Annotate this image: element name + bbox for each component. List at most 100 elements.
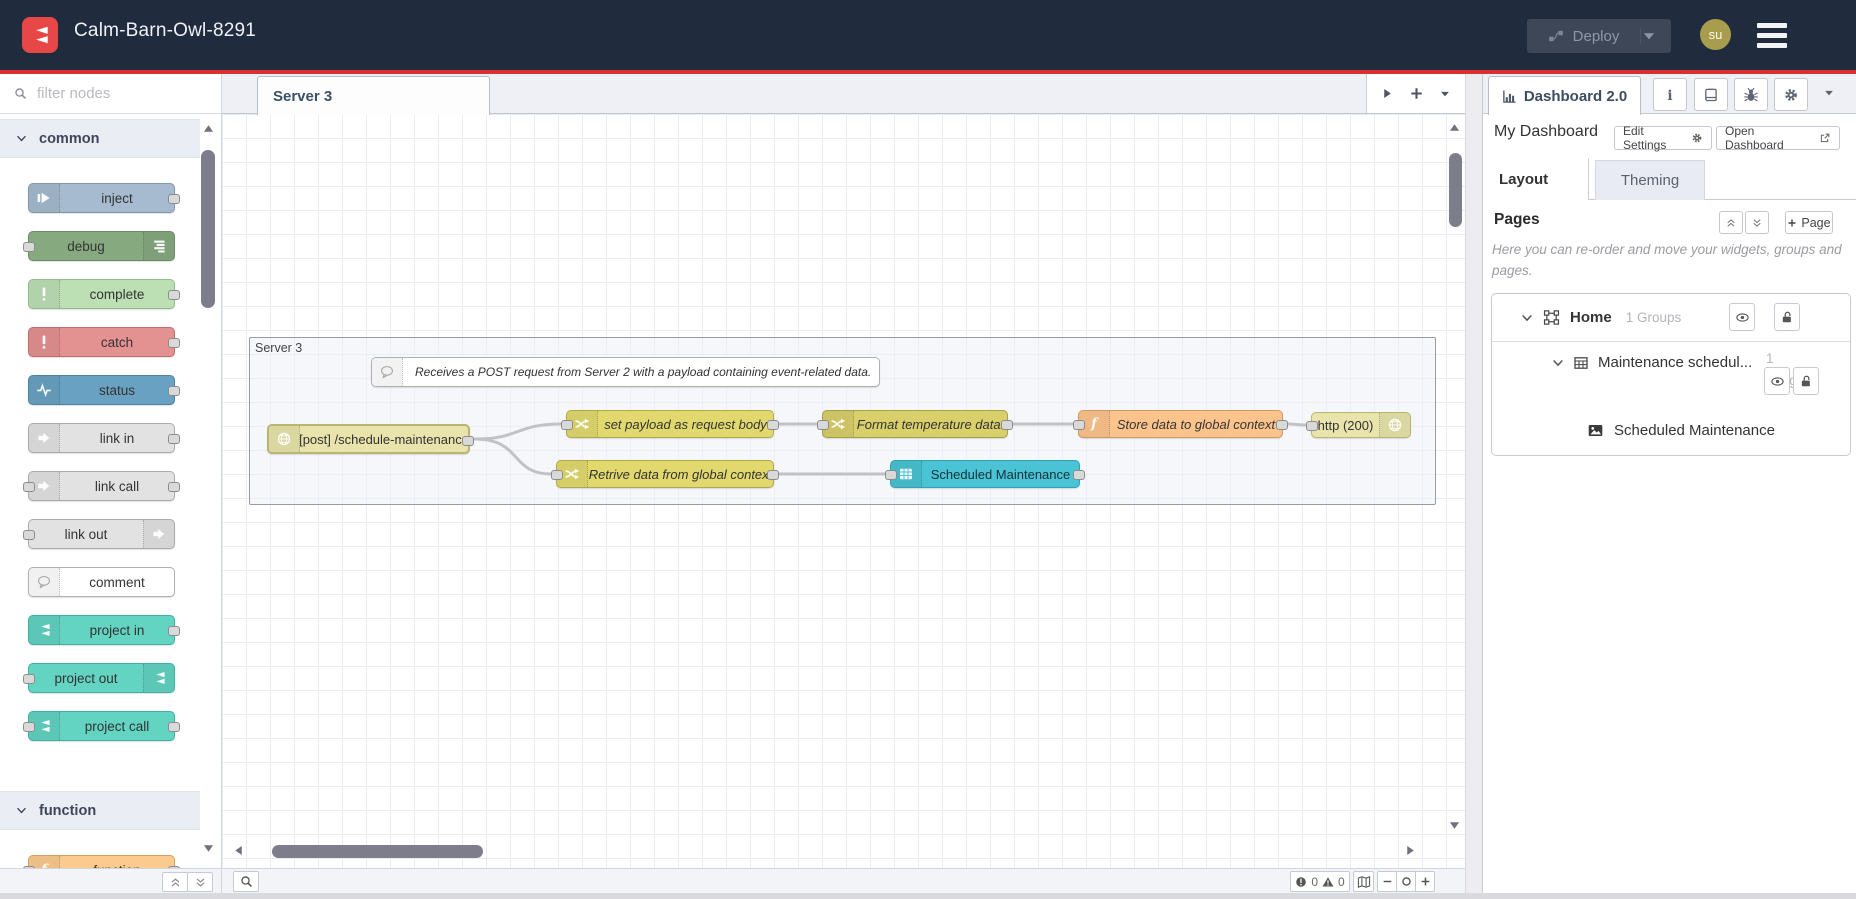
palette-node-link-out[interactable]: link out: [23, 519, 175, 549]
page-visibility-button[interactable]: [1729, 303, 1755, 331]
palette-node-debug[interactable]: debug: [23, 231, 175, 261]
output-port[interactable]: [1001, 420, 1013, 430]
flow-tab-server3[interactable]: Server 3: [257, 76, 490, 115]
deploy-button[interactable]: Deploy: [1527, 19, 1671, 53]
canvas-scroll-down[interactable]: [1446, 818, 1462, 832]
sidebar-help-button[interactable]: [1694, 78, 1728, 111]
input-port[interactable]: [561, 420, 573, 430]
zoom-out-button[interactable]: [1378, 872, 1396, 891]
canvas-scroll-left[interactable]: [230, 843, 246, 857]
palette-filter-input[interactable]: [35, 84, 199, 103]
edit-settings-button[interactable]: Edit Settings: [1614, 124, 1712, 152]
input-port[interactable]: [23, 242, 35, 252]
add-flow-button[interactable]: [1409, 86, 1424, 101]
output-port[interactable]: [168, 626, 180, 636]
sidebar-options-caret[interactable]: [1823, 87, 1835, 99]
output-port[interactable]: [168, 722, 180, 732]
group-visibility-button[interactable]: [1764, 367, 1790, 395]
output-port[interactable]: [767, 420, 779, 430]
flow-node-retrive-data-from-global-context[interactable]: Retrive data from global context: [551, 460, 779, 488]
palette-expand-all-button[interactable]: [187, 872, 213, 892]
input-port[interactable]: [551, 470, 563, 480]
palette-node-status[interactable]: status: [28, 375, 180, 405]
palette-node-comment[interactable]: comment: [28, 567, 175, 597]
page-lock-button[interactable]: [1774, 303, 1800, 331]
collapse-pages-button[interactable]: [1719, 211, 1743, 234]
user-avatar[interactable]: su: [1700, 19, 1731, 50]
palette-category-function[interactable]: function: [0, 791, 200, 830]
chevron-down-icon[interactable]: [1521, 312, 1533, 324]
sidebar-debug-button[interactable]: [1734, 78, 1768, 111]
output-port[interactable]: [1276, 420, 1288, 430]
palette-node-function[interactable]: ffunction: [23, 855, 180, 868]
input-port[interactable]: [885, 470, 897, 480]
tab-theming[interactable]: Theming: [1595, 160, 1705, 200]
group-lock-button[interactable]: [1793, 367, 1819, 395]
search-flows-button[interactable]: [233, 871, 259, 892]
input-port[interactable]: [1306, 421, 1318, 431]
sidebar-info-button[interactable]: i: [1653, 78, 1687, 111]
expand-pages-button[interactable]: [1745, 211, 1769, 234]
input-port[interactable]: [1073, 420, 1085, 430]
palette-node-project-in[interactable]: project in: [28, 615, 180, 645]
palette-collapse-all-button[interactable]: [162, 872, 188, 892]
deploy-options-caret[interactable]: [1640, 28, 1671, 44]
input-port[interactable]: [23, 674, 35, 684]
output-port[interactable]: [168, 338, 180, 348]
palette-node-complete[interactable]: complete: [28, 279, 180, 309]
sidebar-config-button[interactable]: [1774, 78, 1808, 111]
flow-node-set-payload-as-request-body[interactable]: set payload as request body: [561, 410, 779, 438]
scroll-tabs-right-button[interactable]: [1381, 87, 1394, 100]
input-port[interactable]: [23, 722, 35, 732]
palette-node-catch[interactable]: catch: [28, 327, 180, 357]
zoom-reset-button[interactable]: [1396, 872, 1415, 891]
input-port[interactable]: [817, 420, 829, 430]
output-port[interactable]: [168, 434, 180, 444]
palette-node-project-out[interactable]: project out: [23, 663, 175, 693]
tab-dashboard-2[interactable]: Dashboard 2.0: [1488, 76, 1641, 115]
flow-node-scheduled-maintenance[interactable]: Scheduled Maintenance: [885, 460, 1085, 488]
node-label: inject: [101, 190, 133, 206]
zoom-in-button[interactable]: [1415, 872, 1434, 891]
flow-node-store-data-to-global-context[interactable]: f Store data to global context: [1073, 410, 1288, 438]
flow-node--post-schedule-maintenance[interactable]: [post] /schedule-maintenance: [267, 424, 474, 454]
flow-node-format-temperature-data-[interactable]: Format temperature data.: [817, 410, 1013, 438]
palette-category-common[interactable]: common: [0, 119, 200, 158]
flow-comment-node[interactable]: Receives a POST request from Server 2 wi…: [371, 357, 880, 387]
palette-node-link-in[interactable]: link in: [28, 423, 180, 453]
add-page-button[interactable]: Page: [1785, 211, 1833, 234]
canvas-scroll-up[interactable]: [1446, 120, 1462, 134]
output-port[interactable]: [767, 470, 779, 480]
main-menu-button[interactable]: [1757, 23, 1787, 48]
canvas-hscrollbar-thumb[interactable]: [272, 845, 483, 858]
output-port[interactable]: [462, 436, 474, 446]
palette-scroll-down[interactable]: [200, 841, 216, 855]
tree-row-home-page[interactable]: Home 1 Groups: [1492, 294, 1850, 342]
canvas-scroll-right[interactable]: [1402, 843, 1418, 857]
output-port[interactable]: [1073, 470, 1085, 480]
output-port[interactable]: [168, 386, 180, 396]
flow-list-button[interactable]: [1439, 88, 1451, 100]
palette-node-project-call[interactable]: project call: [23, 711, 180, 741]
flow-status-counts[interactable]: 0 0: [1290, 871, 1350, 892]
input-port[interactable]: [23, 482, 35, 492]
workspace-canvas[interactable]: Server 3 Receives a POST request from Ser…: [222, 114, 1465, 868]
flow-node-http-200-[interactable]: http (200): [1306, 412, 1411, 438]
tab-layout[interactable]: Layout: [1483, 158, 1589, 200]
open-dashboard-button[interactable]: Open Dashboard: [1716, 124, 1840, 152]
navigator-button[interactable]: [1353, 871, 1374, 892]
output-port[interactable]: [168, 290, 180, 300]
palette-search[interactable]: [0, 74, 221, 114]
sidebar-resize-handle[interactable]: [1465, 74, 1483, 893]
palette-scroll-up[interactable]: [200, 121, 216, 135]
palette-node-inject[interactable]: inject: [28, 183, 180, 213]
chevron-down-icon[interactable]: [1552, 357, 1564, 369]
palette-scrollbar-thumb[interactable]: [201, 150, 215, 308]
palette-node-link-call[interactable]: link call: [23, 471, 180, 501]
input-port[interactable]: [23, 530, 35, 540]
output-port[interactable]: [168, 482, 180, 492]
tree-row-scheduled-maintenance-widget[interactable]: Scheduled Maintenance: [1492, 404, 1850, 456]
canvas-vscrollbar-thumb[interactable]: [1449, 153, 1462, 227]
tree-row-maintenance-group[interactable]: Maintenance schedul... 1 Widgets: [1492, 342, 1850, 404]
output-port[interactable]: [168, 194, 180, 204]
